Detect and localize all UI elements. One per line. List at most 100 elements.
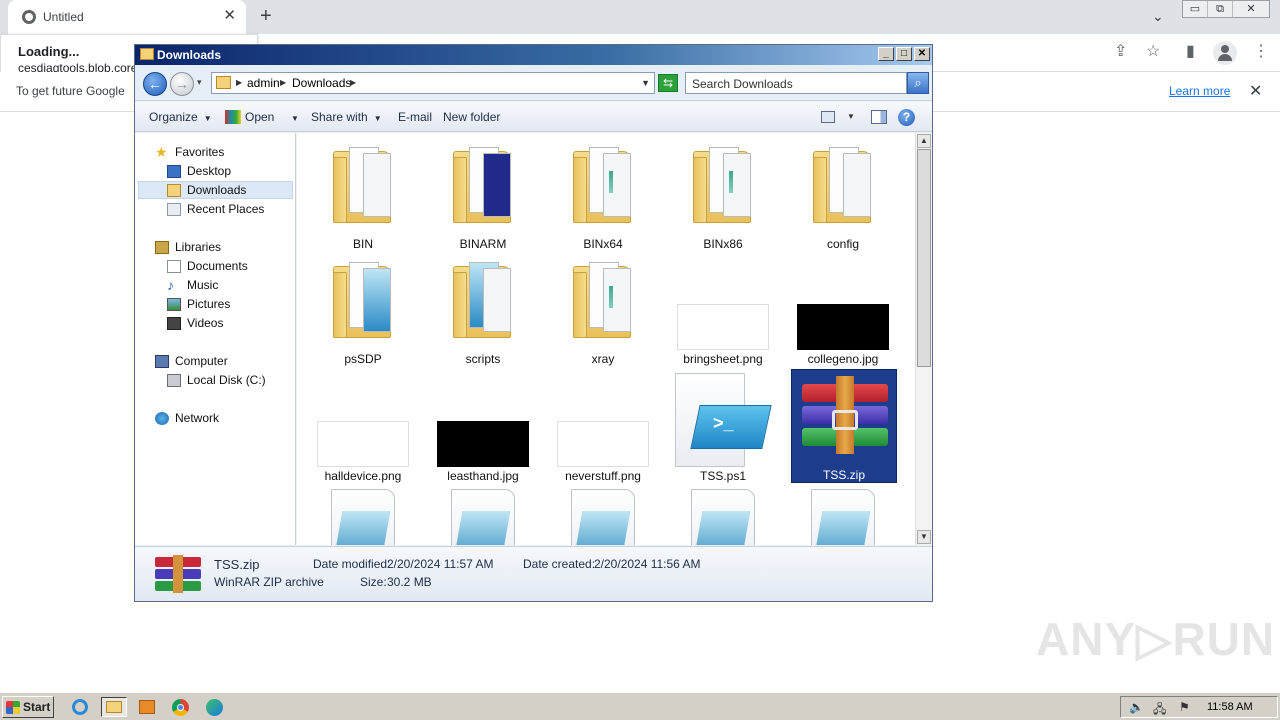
preview-pane-icon[interactable]: [871, 110, 887, 124]
text-file-icon[interactable]: [691, 489, 757, 545]
nav-documents[interactable]: Documents: [167, 257, 248, 275]
folder-pssdp[interactable]: psSDP: [307, 254, 419, 366]
text-file-icon[interactable]: [571, 489, 637, 545]
image-thumbnail: [317, 421, 409, 467]
internet-explorer-icon[interactable]: [70, 698, 90, 716]
file-label: BINx86: [703, 237, 743, 251]
folder-bin[interactable]: BIN: [307, 139, 419, 251]
explorer-titlebar[interactable]: Downloads _ □ ✕: [135, 45, 932, 65]
side-panel-icon[interactable]: ▮: [1186, 43, 1195, 61]
edge-icon[interactable]: [204, 698, 224, 716]
nav-network[interactable]: Network: [155, 409, 219, 427]
drive-icon: [167, 373, 181, 387]
scroll-up-button[interactable]: ▲: [917, 134, 931, 148]
open-dropdown[interactable]: ▼: [285, 110, 299, 124]
breadcrumb-arrow-icon[interactable]: ▶: [236, 78, 242, 87]
breadcrumb-downloads[interactable]: Downloads: [292, 76, 351, 90]
nav-favorites[interactable]: ★ Favorites: [155, 143, 224, 161]
view-dropdown-icon[interactable]: ▼: [847, 112, 855, 121]
nav-local-disk[interactable]: Local Disk (C:): [167, 371, 266, 389]
open-button[interactable]: Open: [225, 110, 274, 124]
explorer-taskbar-icon[interactable]: [101, 697, 127, 717]
nav-recent-places[interactable]: Recent Places: [167, 200, 264, 218]
scroll-down-button[interactable]: ▼: [917, 530, 931, 544]
minimize-button[interactable]: _: [878, 47, 894, 61]
chrome-icon[interactable]: [170, 698, 190, 716]
restore-button[interactable]: ⧉: [1208, 1, 1233, 17]
network-icon[interactable]: 🖧: [1153, 700, 1166, 720]
folder-binarm[interactable]: BINARM: [427, 139, 539, 251]
infobar-close-icon[interactable]: ✕: [1249, 81, 1262, 101]
file-list: BIN BINARM BINx64 BINx86 config psSDP sc…: [297, 133, 915, 545]
breadcrumb-arrow-icon[interactable]: ▶: [280, 78, 286, 87]
nav-videos[interactable]: Videos: [167, 314, 223, 332]
address-dropdown-icon[interactable]: ▼: [641, 78, 650, 88]
documents-icon: [167, 259, 181, 273]
profile-avatar-icon[interactable]: [1213, 41, 1237, 65]
share-icon[interactable]: ⇪: [1114, 43, 1127, 61]
file-tss-ps1[interactable]: >_ TSS.ps1: [667, 369, 779, 483]
selected-file-tss-zip[interactable]: TSS.zip: [791, 369, 897, 483]
organize-button[interactable]: Organize ▼: [149, 110, 212, 124]
vertical-scrollbar[interactable]: ▲ ▼: [915, 133, 932, 545]
address-bar[interactable]: ▶ admin ▶ Downloads ▶ ▼: [211, 72, 655, 94]
breadcrumb-admin[interactable]: admin: [247, 76, 280, 90]
back-button[interactable]: ←: [143, 72, 167, 96]
folder-binx86[interactable]: BINx86: [667, 139, 779, 251]
volume-icon[interactable]: 🔈: [1129, 700, 1144, 714]
folder-scripts[interactable]: scripts: [427, 254, 539, 366]
bookmark-star-icon[interactable]: ☆: [1146, 43, 1160, 61]
action-center-flag-icon[interactable]: ⚑: [1179, 700, 1190, 714]
search-icon[interactable]: ⌕: [907, 72, 929, 94]
breadcrumb-arrow-icon[interactable]: ▶: [350, 78, 356, 87]
nav-desktop[interactable]: Desktop: [167, 162, 231, 180]
help-icon[interactable]: ?: [898, 109, 915, 126]
nav-label: Local Disk (C:): [187, 373, 266, 387]
menu-icon[interactable]: ⋮: [1253, 43, 1269, 61]
minimize-button[interactable]: ▭: [1183, 1, 1208, 17]
file-collegeno[interactable]: collegeno.jpg: [787, 254, 899, 366]
text-file-icon[interactable]: [331, 489, 397, 545]
tab-close-icon[interactable]: ✕: [223, 8, 236, 24]
media-player-icon[interactable]: [137, 698, 157, 716]
refresh-button[interactable]: ⇆: [658, 74, 678, 92]
folder-binx64[interactable]: BINx64: [547, 139, 659, 251]
start-button[interactable]: Start: [2, 696, 54, 718]
infobar-message: To get future Google: [16, 84, 125, 98]
text-file-icon[interactable]: [811, 489, 877, 545]
email-button[interactable]: E-mail: [398, 110, 432, 124]
nav-music[interactable]: ♪ Music: [167, 276, 218, 294]
search-input[interactable]: Search Downloads: [685, 72, 907, 94]
clock[interactable]: 11:58 AM: [1207, 701, 1253, 713]
open-label: Open: [245, 110, 275, 124]
scroll-thumb[interactable]: [917, 149, 931, 367]
close-button[interactable]: ✕: [914, 47, 930, 61]
change-view-icon[interactable]: [821, 111, 835, 123]
nav-label: Libraries: [175, 240, 222, 254]
close-button[interactable]: ✕: [1233, 1, 1269, 17]
tab-search-icon[interactable]: ⌄: [1152, 8, 1164, 25]
text-file-icon[interactable]: [451, 489, 517, 545]
command-bar: Organize ▼ Open ▼ Share with ▼ E-mail New …: [135, 102, 932, 132]
new-folder-button[interactable]: New folder: [443, 110, 500, 124]
new-tab-button[interactable]: +: [260, 6, 272, 26]
folder-xray[interactable]: xray: [547, 254, 659, 366]
folder-config[interactable]: config: [787, 139, 899, 251]
file-halldevice[interactable]: halldevice.png: [307, 369, 419, 483]
nav-libraries[interactable]: Libraries: [155, 238, 221, 256]
nav-downloads[interactable]: Downloads: [167, 181, 246, 199]
file-bringsheet[interactable]: bringsheet.png: [667, 254, 779, 366]
nav-computer[interactable]: Computer: [155, 352, 228, 370]
browser-tab[interactable]: Untitled ✕: [8, 0, 246, 34]
forward-button[interactable]: →: [170, 72, 194, 96]
maximize-button[interactable]: □: [896, 47, 912, 61]
file-label: BINARM: [459, 237, 507, 251]
file-neverstuff[interactable]: neverstuff.png: [547, 369, 659, 483]
winrar-archive-icon: [155, 555, 201, 593]
nav-pictures[interactable]: Pictures: [167, 295, 230, 313]
share-with-button[interactable]: Share with ▼: [311, 110, 382, 124]
learn-more-link[interactable]: Learn more: [1169, 84, 1230, 98]
recent-pages-dropdown[interactable]: ▾: [197, 77, 202, 88]
winrar-archive-icon: [800, 376, 890, 456]
file-leasthand[interactable]: leasthand.jpg: [427, 369, 539, 483]
